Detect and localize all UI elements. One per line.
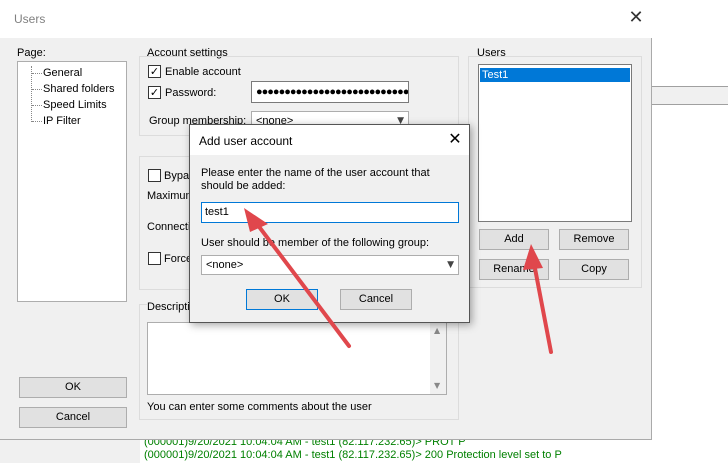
- force-label: Force: [164, 253, 193, 265]
- close-icon[interactable]: ✕: [626, 8, 646, 28]
- modal-ok-button[interactable]: OK: [246, 289, 318, 310]
- tree-connector: [32, 121, 42, 122]
- copy-user-button[interactable]: Copy: [559, 259, 629, 280]
- server-log: (000001)9/20/2021 10:04:04 AM - test1 (8…: [140, 436, 728, 463]
- tree-connector: [32, 73, 42, 74]
- description-label: Descripti: [147, 301, 192, 313]
- password-field[interactable]: ●●●●●●●●●●●●●●●●●●●●●●●●●●●●●●: [251, 81, 409, 103]
- force-checkbox[interactable]: [148, 252, 161, 265]
- description-textarea[interactable]: ▲ ▼: [147, 322, 447, 395]
- chevron-down-icon: ▼: [447, 260, 454, 270]
- log-line: (000001)9/20/2021 10:04:04 AM - test1 (8…: [144, 449, 562, 461]
- window-title: Users: [14, 12, 46, 26]
- maximum-label: Maximum: [147, 190, 195, 202]
- enable-account-checkbox[interactable]: ✓: [148, 65, 161, 78]
- ok-button[interactable]: OK: [19, 377, 127, 398]
- modal-cancel-button[interactable]: Cancel: [340, 289, 412, 310]
- page-tree: General Shared folders Speed Limits IP F…: [17, 61, 127, 302]
- description-scrollbar[interactable]: ▲ ▼: [430, 323, 446, 394]
- password-checkbox[interactable]: ✓: [148, 86, 161, 99]
- modal-titlebar: Add user account ✕: [190, 125, 469, 155]
- user-item-test1[interactable]: Test1: [480, 68, 630, 82]
- modal-group-select[interactable]: <none> ▼: [201, 255, 459, 275]
- background-toolbar: [652, 86, 728, 105]
- description-hint: You can enter some comments about the us…: [147, 401, 372, 413]
- enable-account-label: Enable account: [165, 66, 241, 78]
- add-user-button[interactable]: Add: [479, 229, 549, 250]
- password-label: Password:: [165, 87, 217, 99]
- rename-user-button[interactable]: Rename: [479, 259, 549, 280]
- scroll-down-icon[interactable]: ▼: [434, 381, 440, 390]
- group-select-label: User should be member of the following g…: [201, 237, 430, 249]
- page-item-speed-limits[interactable]: Speed Limits: [43, 99, 107, 111]
- page-item-general[interactable]: General: [43, 67, 82, 79]
- username-input[interactable]: test1: [201, 202, 459, 223]
- tree-line: [31, 66, 32, 122]
- background-window: [652, 0, 728, 463]
- page-item-ip-filter[interactable]: IP Filter: [43, 115, 81, 127]
- tree-connector: [32, 89, 42, 90]
- modal-prompt: Please enter the name of the user accoun…: [201, 167, 430, 192]
- connection-label: Connecti: [147, 221, 191, 233]
- remove-user-button[interactable]: Remove: [559, 229, 629, 250]
- close-icon[interactable]: ✕: [446, 130, 464, 148]
- modal-group-value: <none>: [206, 259, 244, 271]
- page-label: Page:: [17, 47, 46, 59]
- tree-connector: [32, 105, 42, 106]
- add-user-account-dialog: Add user account ✕ Please enter the name…: [189, 124, 470, 323]
- modal-title: Add user account: [199, 134, 293, 148]
- bypass-checkbox[interactable]: [148, 169, 161, 182]
- page-item-shared-folders[interactable]: Shared folders: [43, 83, 115, 95]
- users-dialog-titlebar: Users ✕: [0, 0, 652, 38]
- scroll-up-icon[interactable]: ▲: [434, 326, 440, 335]
- cancel-button[interactable]: Cancel: [19, 407, 127, 428]
- users-list[interactable]: Test1: [478, 64, 632, 222]
